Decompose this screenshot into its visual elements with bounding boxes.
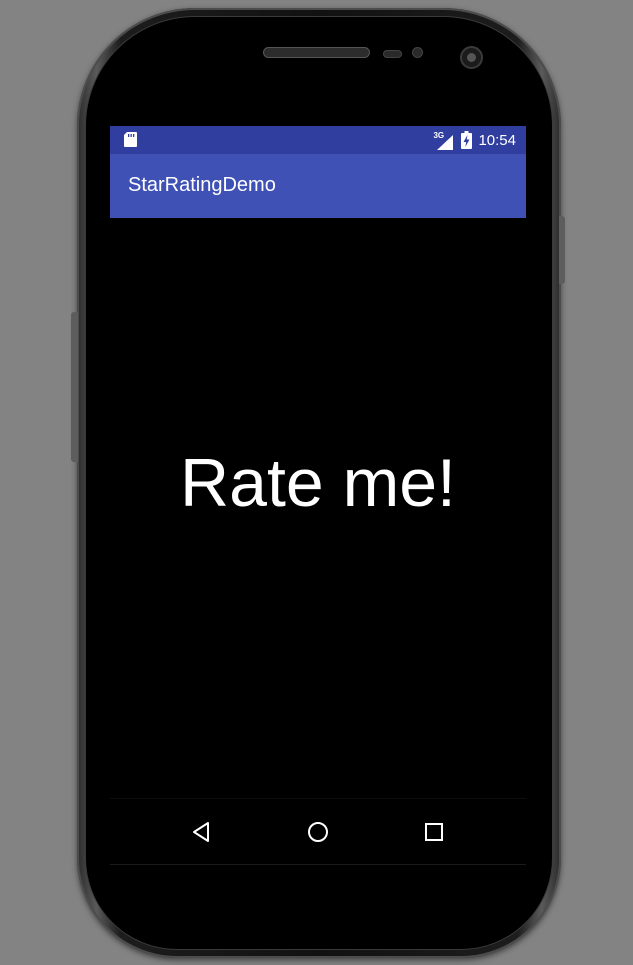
screen: 3G 10:54 StarRatingDemo Rate me! [110,126,526,864]
status-icons: 3G 10:54 [433,126,516,154]
earpiece-speaker [263,47,370,58]
back-icon[interactable] [190,819,216,845]
status-bar: 3G 10:54 [110,126,526,154]
rate-prompt-text: Rate me! [180,445,456,521]
signal-3g-icon: 3G [433,130,455,150]
home-icon[interactable] [305,819,331,845]
status-clock: 10:54 [478,131,516,149]
battery-charging-icon [461,131,473,149]
sd-card-icon [124,132,137,147]
main-content: Rate me! [110,218,526,798]
power-button [559,216,565,284]
proximity-sensor [383,50,402,58]
front-camera [460,46,483,69]
navigation-bar [110,798,526,864]
volume-button [71,312,78,462]
recents-icon[interactable] [421,819,447,845]
app-title: StarRatingDemo [128,174,276,196]
light-sensor [412,47,423,58]
app-toolbar: StarRatingDemo [110,154,526,218]
screen-bottom-divider [110,864,526,865]
